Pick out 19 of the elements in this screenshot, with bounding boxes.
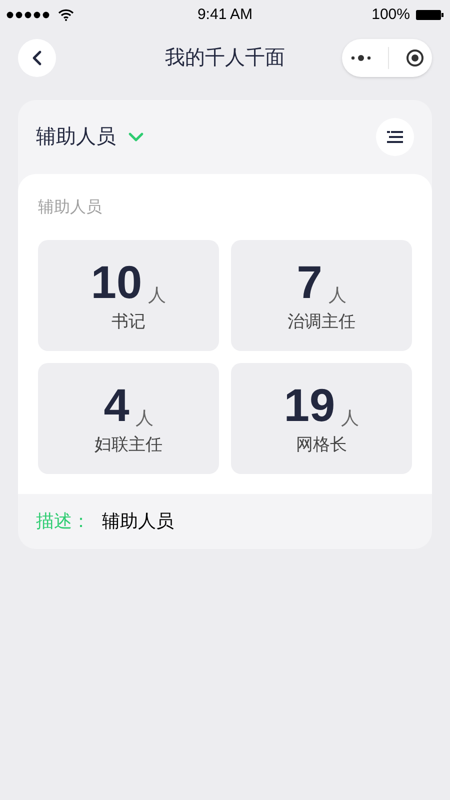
page-title: 我的千人千面 — [165, 46, 285, 71]
description-value: 辅助人员 — [102, 510, 174, 533]
stat-count: 7 — [296, 256, 322, 307]
section-title: 辅助人员 — [38, 198, 103, 218]
stat-label: 网格长 — [296, 434, 347, 456]
stat-count: 19 — [284, 380, 336, 430]
role-dropdown[interactable]: 辅助人员 — [36, 122, 144, 152]
stat-label: 书记 — [112, 310, 146, 333]
stat-unit: 人 — [135, 406, 154, 430]
stat-unit: 人 — [341, 406, 360, 430]
stat-label: 治调主任 — [288, 310, 356, 333]
status-time: 9:41 AM — [197, 4, 253, 25]
stat-unit: 人 — [328, 284, 346, 307]
stat-count: 4 — [104, 380, 130, 430]
stat-count: 10 — [90, 256, 142, 307]
battery-percent: 100% — [372, 4, 410, 25]
stat-label: 妇联主任 — [94, 434, 162, 456]
description-label: 描述： — [36, 510, 90, 533]
stat-unit: 人 — [148, 284, 166, 307]
